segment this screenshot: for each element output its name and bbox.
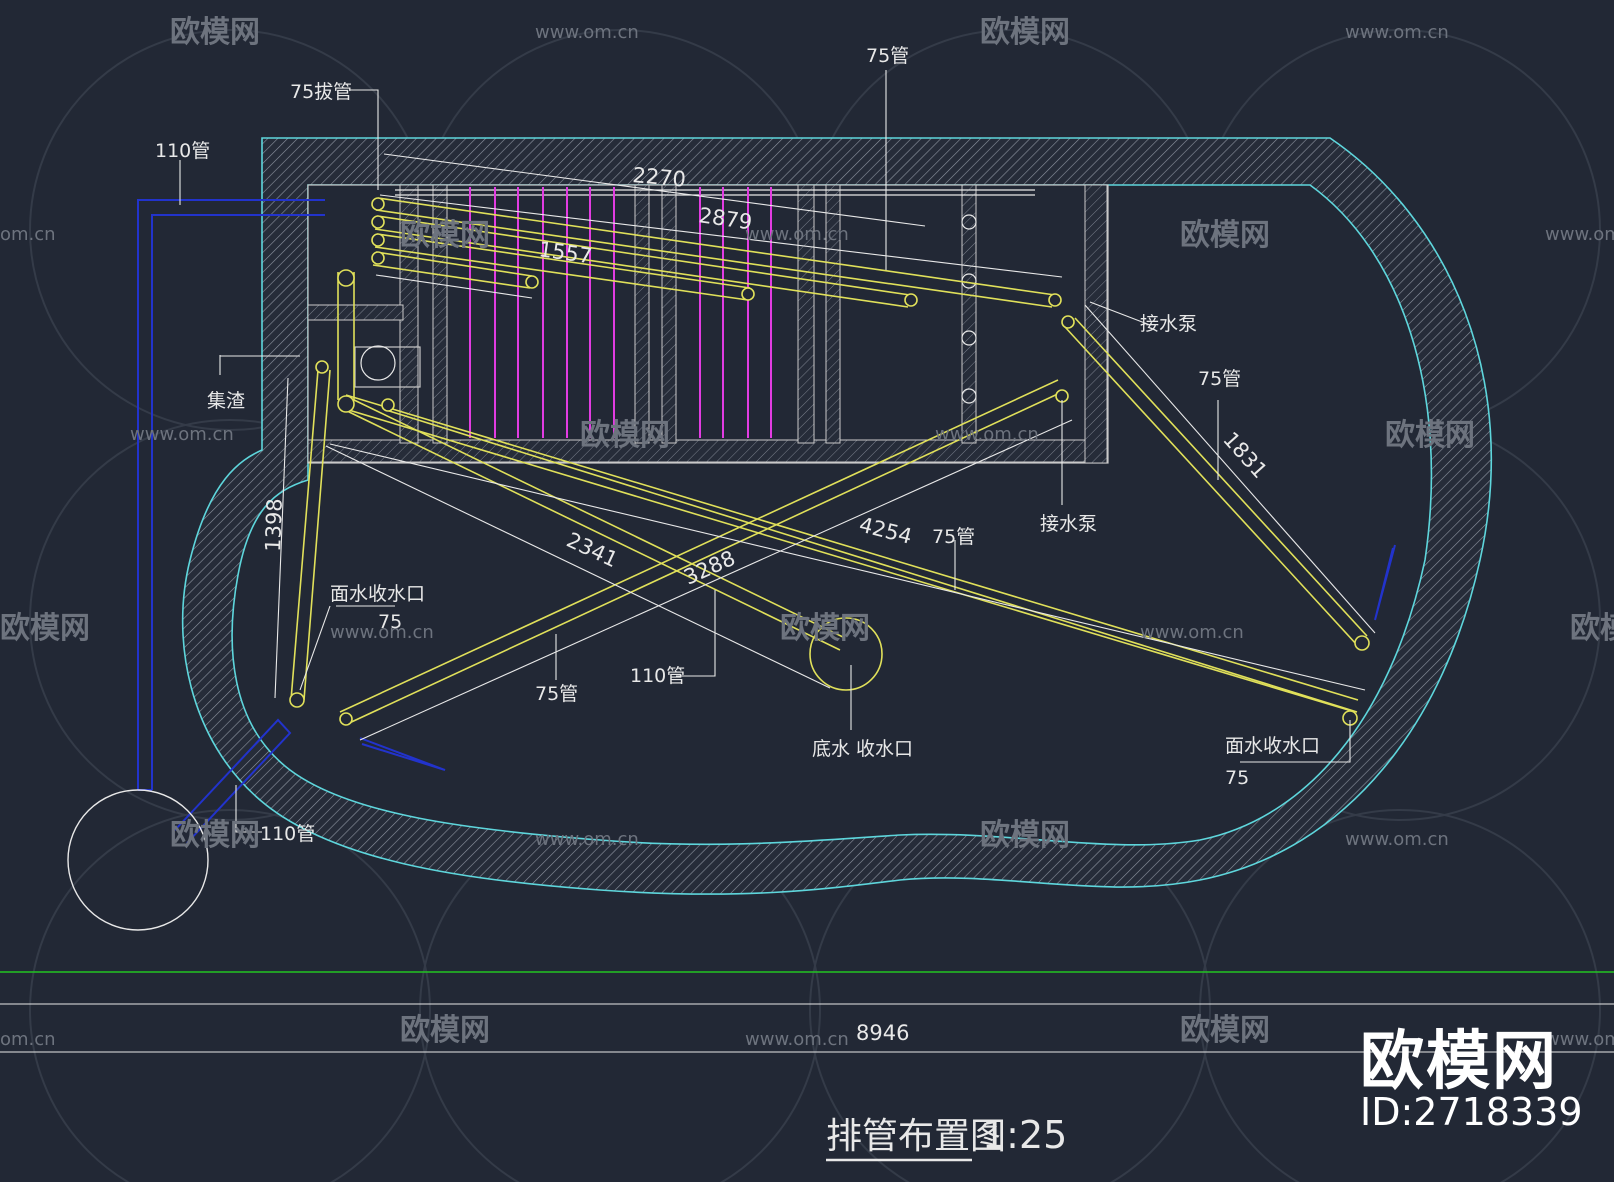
logo-id: ID:2718339 <box>1360 1090 1583 1134</box>
wm-brand-5: 欧模网 <box>580 418 670 453</box>
wm-brand-6: 欧模网 <box>1385 418 1475 453</box>
dim-8946: 8946 <box>856 1021 909 1045</box>
wm-brand-13: 欧模网 <box>1180 1013 1270 1048</box>
wm-url-13: www.om.cn <box>745 1029 849 1050</box>
label-75-pipe-top: 75管 <box>866 45 909 67</box>
wm-brand-9: 欧模网 <box>1570 611 1614 646</box>
drainage-layout-drawing: 欧模网 欧模网 欧模网 欧模网 欧模网 欧模网 欧模网 欧模网 欧模网 欧模网 … <box>0 15 1614 1182</box>
label-75-pipe-right: 75管 <box>1198 368 1241 390</box>
label-surface-inlet-left: 面水收水口 <box>330 583 425 605</box>
dim-2270: 2270 <box>632 163 687 192</box>
wm-url-4: www.om.cn <box>745 224 849 245</box>
wm-url-5: www.om.cn <box>1545 224 1614 245</box>
wm-brand-2: 欧模网 <box>980 15 1070 50</box>
wm-url-1: www.om.cn <box>535 22 639 43</box>
label-bottom-inlet: 底水 收水口 <box>812 738 913 760</box>
wm-brand-12: 欧模网 <box>400 1013 490 1048</box>
wm-url-12: om.cn <box>0 1029 56 1050</box>
wm-url-6: www.om.cn <box>130 424 234 445</box>
label-75-pull-pipe: 75拔管 <box>290 81 352 103</box>
wm-brand-3: 欧模网 <box>400 218 490 253</box>
wm-brand-7: 欧模网 <box>0 611 90 646</box>
drawing-title-block: 排管布置图 1:25 <box>826 1113 1067 1157</box>
label-110-pipe-top: 110管 <box>155 140 210 162</box>
logo-brand: 欧模网 <box>1360 1025 1558 1099</box>
dim-1398: 1398 <box>261 498 287 552</box>
wm-url-2: www.om.cn <box>1345 22 1449 43</box>
label-75-pipe-left: 75管 <box>535 683 578 705</box>
wm-brand-4: 欧模网 <box>1180 218 1270 253</box>
label-110-pipe-mid: 110管 <box>630 665 685 687</box>
label-pump-2: 接水泵 <box>1040 513 1097 535</box>
wm-url-7: www.om.cn <box>935 424 1039 445</box>
drawing-scale: 1:25 <box>982 1113 1067 1157</box>
drawing-title: 排管布置图 <box>826 1116 1006 1157</box>
label-surface-inlet-right: 面水收水口 <box>1225 735 1320 757</box>
wm-brand-11: 欧模网 <box>980 818 1070 853</box>
wm-url-9: www.om.cn <box>1140 622 1244 643</box>
wm-brand-10: 欧模网 <box>170 818 260 853</box>
label-surface-inlet-right-size: 75 <box>1225 767 1249 789</box>
wm-url-11: www.om.cn <box>1345 829 1449 850</box>
label-pump-1: 接水泵 <box>1140 313 1197 335</box>
manhole-circle <box>67 789 209 931</box>
label-collect-slag: 集渣 <box>207 390 245 412</box>
wm-brand-1: 欧模网 <box>170 15 260 50</box>
label-110-pipe-bottom: 110管 <box>260 823 315 845</box>
wm-url-3: om.cn <box>0 224 56 245</box>
label-75-pipe-mid: 75管 <box>932 526 975 548</box>
wm-brand-8: 欧模网 <box>780 611 870 646</box>
label-surface-inlet-left-size: 75 <box>378 611 402 633</box>
wm-url-10: www.om.cn <box>535 829 639 850</box>
